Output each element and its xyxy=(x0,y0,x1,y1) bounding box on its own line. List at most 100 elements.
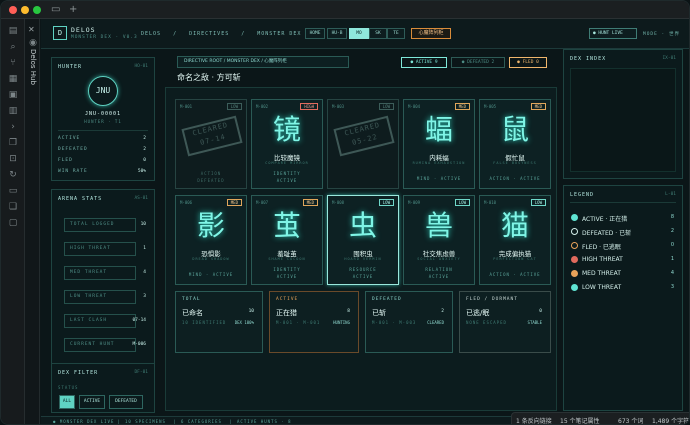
threat-badge: MED xyxy=(226,199,242,206)
crumb[interactable]: DIRECTIVES xyxy=(189,31,229,37)
footer-categories: 6 CATEGORIES xyxy=(181,419,222,424)
heart-array-button[interactable]: 心魔阵列柜 xyxy=(411,28,451,39)
card-category: MIND · ACTIVE xyxy=(188,272,234,277)
monster-card-m006[interactable]: M-006 MED 影 恐惧影 DREAD SHADOW MIND · ACTI… xyxy=(175,195,247,285)
filter-all-button[interactable]: ALL xyxy=(59,395,75,409)
active-pill[interactable]: ● ACTIVE 9 xyxy=(401,57,447,68)
inbox-icon[interactable]: ⊡ xyxy=(7,153,19,165)
properties-count[interactable]: 15 个笔记属性 xyxy=(560,416,600,424)
monster-card-m005[interactable]: M-005 MED 鼠 假忙鼠 FALSE BUSYNESS ACTION · … xyxy=(479,99,551,189)
monster-card-m003[interactable]: M-003 LOW CLEARED 05-22 xyxy=(327,99,399,189)
card-category: RESOURCE xyxy=(349,267,377,272)
arena-stats-panel: ARENA STATS AS-01 TOTAL LOGGED 10 HIGH T… xyxy=(51,189,155,373)
monster-card-m001[interactable]: M-001 LOW CLEARED 07-14 ACTION DEFEATED xyxy=(175,99,247,189)
monster-card-m004[interactable]: M-004 MED 蝠 内耗蝠 RUMINA EXHAUSTION MIND ·… xyxy=(403,99,475,189)
card-id: M-006 xyxy=(180,200,193,205)
avatar[interactable]: JNU xyxy=(88,76,118,106)
close-tab-icon[interactable]: ✕ xyxy=(28,25,35,34)
row-label: WIN RATE xyxy=(58,169,88,174)
summary-title: TOTAL xyxy=(182,297,201,302)
card-id: M-004 xyxy=(408,104,421,109)
divider xyxy=(58,130,148,131)
files-icon[interactable]: ▤ xyxy=(7,25,19,37)
monster-card-m007[interactable]: M-007 MED 茧 羞耻茧 SHAME COCOON IDENTITY AC… xyxy=(251,195,323,285)
crumb-sep: / xyxy=(173,31,178,37)
crumb[interactable]: DIRECTIVE ROOT xyxy=(184,59,222,64)
summary-note: M-001 · M-001 xyxy=(276,320,321,325)
seg-monster[interactable]: MO xyxy=(349,28,369,39)
monster-subtitle: DREAD SHADOW xyxy=(192,257,230,261)
calendar-icon[interactable]: ▣ xyxy=(7,89,19,101)
crumb-sep: / xyxy=(241,31,246,37)
panel-title: ARENA STATS xyxy=(58,196,103,202)
logo: D xyxy=(53,26,67,40)
summary-note: NONE ESCAPED xyxy=(466,320,507,325)
summary-note: 10 IDENTIFIED xyxy=(182,320,227,325)
maximize-window-button[interactable] xyxy=(33,6,41,14)
legend-dot-icon xyxy=(571,256,578,263)
terminal-icon[interactable]: › xyxy=(7,121,19,133)
card-category: ACTION · ACTIVE xyxy=(489,176,541,181)
monster-card-m010[interactable]: M-010 LOW 猫 完成偏执猫 PERFECTION CAT ACTION … xyxy=(479,195,551,285)
new-tab-button[interactable]: + xyxy=(69,4,77,16)
sidebar-toggle-icon[interactable]: ▭ xyxy=(51,4,60,16)
clipboard-icon[interactable]: ▢ xyxy=(7,217,19,229)
minimize-window-button[interactable] xyxy=(21,6,29,14)
sync-icon[interactable]: ↻ xyxy=(7,169,19,181)
crumb[interactable]: DELOS xyxy=(141,31,161,37)
panel-title: LEGEND xyxy=(570,192,595,198)
breadcrumb: DELOS / DIRECTIVES / MONSTER DEX xyxy=(141,31,309,37)
card-status: ACTIVE xyxy=(428,274,450,279)
card-id: M-005 xyxy=(484,104,497,109)
card-id: M-007 xyxy=(256,200,269,205)
stat-med: MED THREAT xyxy=(64,266,136,280)
vertical-tab[interactable]: ✕ ◉ Delos Hub xyxy=(25,19,40,424)
card-status: ACTIVE xyxy=(276,178,298,183)
seg-hub[interactable]: HU-B xyxy=(327,28,347,39)
archive-icon[interactable]: ▭ xyxy=(7,185,19,197)
crumb-sep: / xyxy=(261,59,263,64)
threat-badge: LOW xyxy=(454,199,470,206)
graph-icon[interactable]: ⑂ xyxy=(7,57,19,69)
search-icon[interactable]: ⌕ xyxy=(7,41,19,53)
seg-skills[interactable]: SK xyxy=(369,28,387,39)
crumb[interactable]: 心魔阵列柜 xyxy=(264,59,287,64)
crumb[interactable]: MONSTER DEX xyxy=(227,59,260,64)
monster-subtitle: RUMINA EXHAUSTION xyxy=(412,161,466,165)
monster-card-m009[interactable]: M-009 LOW 兽 社交焦虑兽 SOCIAL ANXIETY RELATIO… xyxy=(403,195,475,285)
summary-note: M-001 · M-003 xyxy=(372,320,417,325)
panel-code: L-01 xyxy=(665,192,676,197)
close-window-button[interactable] xyxy=(9,6,17,14)
seg-home[interactable]: HOME xyxy=(305,28,325,39)
fled-pill[interactable]: ● FLED 0 xyxy=(509,57,547,68)
legend-item-fled: FLED · 已逃眠 0 xyxy=(571,242,682,251)
monster-card-m002[interactable]: M-002 HIGH 镜 比较魔镜 COMPARE MIRROR IDENTIT… xyxy=(251,99,323,189)
footer-sep: | xyxy=(117,419,121,424)
monster-card-m008[interactable]: M-008 LOW 虫 囤积虫 HOARD VERMIN RESOURCE AC… xyxy=(327,195,399,285)
monster-subtitle: SHAME COCOON xyxy=(268,257,306,261)
card-id: M-009 xyxy=(408,200,421,205)
monster-glyph: 鼠 xyxy=(500,113,529,146)
tab-title: Delos Hub xyxy=(29,49,37,85)
document-icon[interactable]: ▥ xyxy=(7,105,19,117)
filter-active-button[interactable]: ACTIVE xyxy=(79,395,105,409)
panel-title: DEX FILTER xyxy=(58,370,99,376)
card-category: IDENTITY xyxy=(273,171,301,176)
page-title: 命名之敌 · 方可斩 xyxy=(177,73,241,82)
mode-label[interactable]: MODE · 世界 xyxy=(643,31,680,37)
filter-defeated-button[interactable]: DEFEATED xyxy=(109,395,143,409)
dex-index-map[interactable] xyxy=(570,68,676,172)
threat-badge: MED xyxy=(454,103,470,110)
legend-ring-icon xyxy=(571,228,578,235)
copy-icon[interactable]: ❐ xyxy=(7,137,19,149)
summary-title: DEFEATED xyxy=(372,297,402,302)
monster-dex-app: D DELOS MONSTER DEX · V0.3 DELOS / DIREC… xyxy=(41,19,689,416)
seg-te[interactable]: TE xyxy=(387,28,405,39)
stat-current-hunt: CURRENT HUNT xyxy=(64,338,136,352)
book-icon[interactable]: ❑ xyxy=(7,201,19,213)
canvas-icon[interactable]: ▦ xyxy=(7,73,19,85)
defeated-pill[interactable]: ● DEFEATED 2 xyxy=(451,57,505,68)
summary-note-value: DEX 100% xyxy=(234,320,254,325)
crumb[interactable]: MONSTER DEX xyxy=(257,31,301,37)
backlinks-count[interactable]: 1 条反向链接 xyxy=(516,416,552,424)
